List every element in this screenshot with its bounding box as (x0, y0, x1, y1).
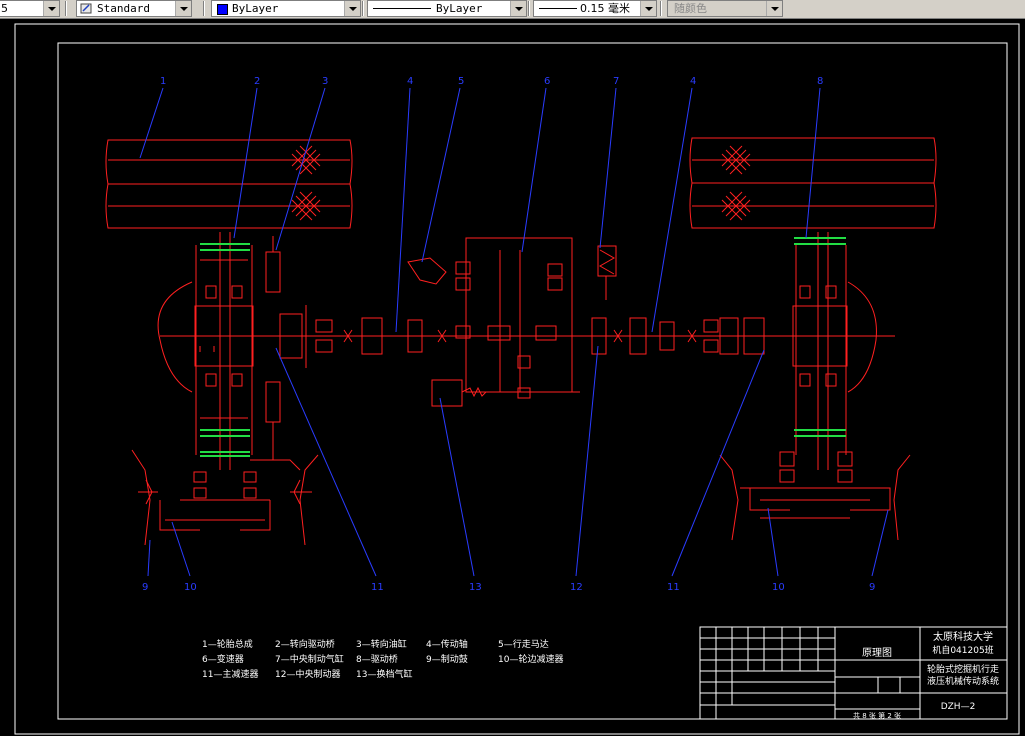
toolbar-separator (203, 1, 205, 16)
toolbar-separator (65, 1, 67, 16)
legend-item: 4—传动轴 (426, 638, 468, 650)
shift-cylinder (431, 379, 463, 407)
previous-dropdown-value: 5 (1, 2, 8, 15)
legend-item: 2—转向驱动桥 (275, 638, 335, 650)
legend-item: 6—变速器 (202, 653, 244, 665)
chevron-down-icon[interactable] (766, 1, 782, 16)
callout-bottom: 10 (772, 582, 785, 593)
legend-item: 8—驱动桥 (356, 653, 398, 665)
linetype-value: ByLayer (436, 2, 483, 15)
left-wheel-reducer (131, 449, 319, 546)
text-style-dropdown[interactable]: Standard (76, 0, 192, 17)
gear-mesh-marks (200, 237, 846, 457)
callout-top: 7 (613, 76, 619, 87)
lineweight-sample-icon (539, 8, 577, 9)
callout-top: 4 (690, 76, 696, 87)
previous-dropdown[interactable]: 5 (0, 0, 60, 17)
callout-bottom: 9 (869, 582, 875, 593)
drawing-code: DZH—2 (941, 702, 976, 712)
callout-bottom: 11 (667, 582, 680, 593)
legend-item: 9—制动鼓 (426, 653, 468, 665)
legend-item: 7—中央制动气缸 (275, 653, 344, 665)
drawing-canvas[interactable]: 1 2 3 4 5 6 7 4 8 9 10 11 13 12 11 10 9 … (0, 19, 1025, 736)
gearbox (407, 237, 580, 407)
drawing-title: 轮胎式挖掘机行走 (927, 663, 999, 675)
callout-bottom: 10 (184, 582, 197, 593)
callout-top: 6 (544, 76, 550, 87)
legend-item: 5—行走马达 (498, 638, 549, 650)
color-value: ByLayer (232, 2, 279, 15)
text-style-value: Standard (97, 2, 150, 15)
toolbar-separator (660, 1, 662, 16)
chevron-down-icon[interactable] (344, 1, 360, 16)
tyre-hatch-marks (291, 145, 751, 221)
right-wheel-reducer (719, 451, 911, 541)
chevron-down-icon[interactable] (510, 1, 526, 16)
chevron-down-icon[interactable] (175, 1, 191, 16)
title-block-text: 原理图 太原科技大学 机自041205班 轮胎式挖掘机行走液压机械传动系统 DZ… (853, 630, 999, 720)
transmission-schematic (105, 137, 937, 546)
callout-top: 1 (160, 76, 166, 87)
plot-style-value: 随颜色 (674, 2, 707, 15)
toolbar-separator (362, 1, 364, 16)
class-name: 机自041205班 (932, 644, 993, 656)
color-dropdown[interactable]: ByLayer (211, 0, 361, 17)
linetype-dropdown[interactable]: ByLayer (367, 0, 527, 17)
callout-bottom: 11 (371, 582, 384, 593)
legend-item: 1—轮胎总成 (202, 638, 253, 650)
legend-item: 10—轮边减速器 (498, 653, 563, 665)
legend-item: 13—换档气缸 (356, 668, 412, 680)
parts-legend: 1—轮胎总成 2—转向驱动桥 3—转向油缸 4—传动轴 5—行走马达 6—变速器… (202, 638, 563, 680)
callout-top: 5 (458, 76, 464, 87)
callout-top: 8 (817, 76, 823, 87)
callout-top: 2 (254, 76, 260, 87)
toolbar-separator (528, 1, 530, 16)
lineweight-dropdown[interactable]: 0.15 毫米 (533, 0, 657, 17)
color-swatch-icon (217, 4, 228, 15)
lineweight-value: 0.15 毫米 (580, 2, 630, 15)
callout-bottom: 13 (469, 582, 482, 593)
left-axle-housing (157, 232, 333, 471)
legend-item: 3—转向油缸 (356, 638, 407, 650)
callout-top: 3 (322, 76, 328, 87)
school-name: 太原科技大学 (933, 630, 993, 643)
text-style-icon (80, 3, 92, 14)
sheet-count: 共 8 张 第 2 张 (853, 711, 901, 720)
plot-style-dropdown[interactable]: 随颜色 (667, 0, 783, 17)
chevron-down-icon[interactable] (640, 1, 656, 16)
legend-item: 11—主减速器 (202, 668, 258, 680)
drawing-name: 原理图 (862, 647, 892, 659)
legend-item: 12—中央制动器 (275, 668, 340, 680)
callout-bottom: 12 (570, 582, 583, 593)
drawing-title-line: 轮胎式挖掘机行走液压机械传动系统 (927, 663, 999, 687)
linetype-sample-icon (373, 8, 431, 9)
callout-bottom: 9 (142, 582, 148, 593)
drawing-title-continued: 液压机械传动系统 (927, 675, 999, 687)
chevron-down-icon[interactable] (43, 1, 59, 16)
properties-toolbar: 5 Standard ByLayer ByLayer 0.15 毫米 随颜色 (0, 0, 1025, 19)
travel-motor (407, 257, 447, 285)
callout-top: 4 (407, 76, 413, 87)
drawing-frame (57, 42, 1008, 720)
